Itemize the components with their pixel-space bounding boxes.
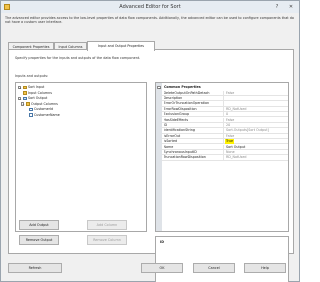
property-description-label: ID (160, 240, 164, 244)
folder-icon (26, 102, 30, 106)
folder-icon (23, 85, 27, 90)
tab-input-output-properties[interactable]: Input and Output Properties (87, 41, 155, 51)
property-row[interactable]: TruncationRowDisposition RD_NotUsed (162, 155, 288, 161)
cancel-button[interactable]: Cancel (193, 263, 235, 273)
column-icon (29, 107, 33, 112)
folder-icon (23, 91, 27, 95)
tree-node-label: Sort Output (28, 96, 48, 100)
help-button[interactable]: Help (244, 263, 286, 273)
inputs-outputs-tree[interactable]: + Sort Input Input Columns − Sort Output… (15, 82, 147, 232)
tree-node-label: CustomerId (34, 107, 54, 111)
window-title: Advanced Editor for Sort (119, 4, 181, 10)
property-description-box: ID (155, 236, 289, 282)
category-common-properties[interactable]: − Common Properties (156, 85, 288, 90)
refresh-button[interactable]: Refresh (8, 263, 62, 273)
tab-panel: Specify properties for the inputs and ou… (8, 49, 294, 282)
tree-node-label: CustomerName (34, 112, 60, 117)
property-value: RD_NotUsed (226, 155, 247, 160)
title-bar[interactable]: Advanced Editor for Sort ? ✕ (1, 1, 299, 13)
property-grid[interactable]: − Common Properties DeleteOutputOnPathDe… (155, 82, 289, 232)
collapse-icon[interactable]: − (21, 102, 25, 106)
collapse-icon[interactable]: − (157, 85, 161, 89)
tree-node-label: Output Columns (31, 101, 58, 106)
editor-description: The advanced editor provides access to t… (5, 16, 294, 25)
output-icon (23, 96, 27, 101)
ok-button[interactable]: OK (141, 263, 183, 273)
property-name: TruncationRowDisposition (164, 155, 224, 161)
remove-column-button[interactable]: Remove Column (87, 235, 127, 245)
remove-output-button[interactable]: Remove Output (19, 235, 59, 245)
help-icon[interactable]: ? (272, 3, 282, 11)
collapse-icon[interactable]: − (18, 96, 22, 100)
panel-description: Specify properties for the inputs and ou… (15, 56, 141, 60)
category-label: Common Properties (164, 85, 201, 89)
column-icon (29, 113, 33, 117)
tree-node-label: Input Columns (28, 90, 52, 95)
add-column-button[interactable]: Add Column (87, 220, 127, 230)
expand-icon[interactable]: + (18, 85, 22, 89)
close-icon[interactable]: ✕ (285, 3, 297, 11)
inputs-outputs-label: Inputs and outputs: (15, 74, 49, 78)
tree-node-label: Sort Input (28, 85, 45, 89)
dialog-window: Advanced Editor for Sort ? ✕ The advance… (0, 0, 300, 282)
add-output-button[interactable]: Add Output (19, 220, 59, 230)
